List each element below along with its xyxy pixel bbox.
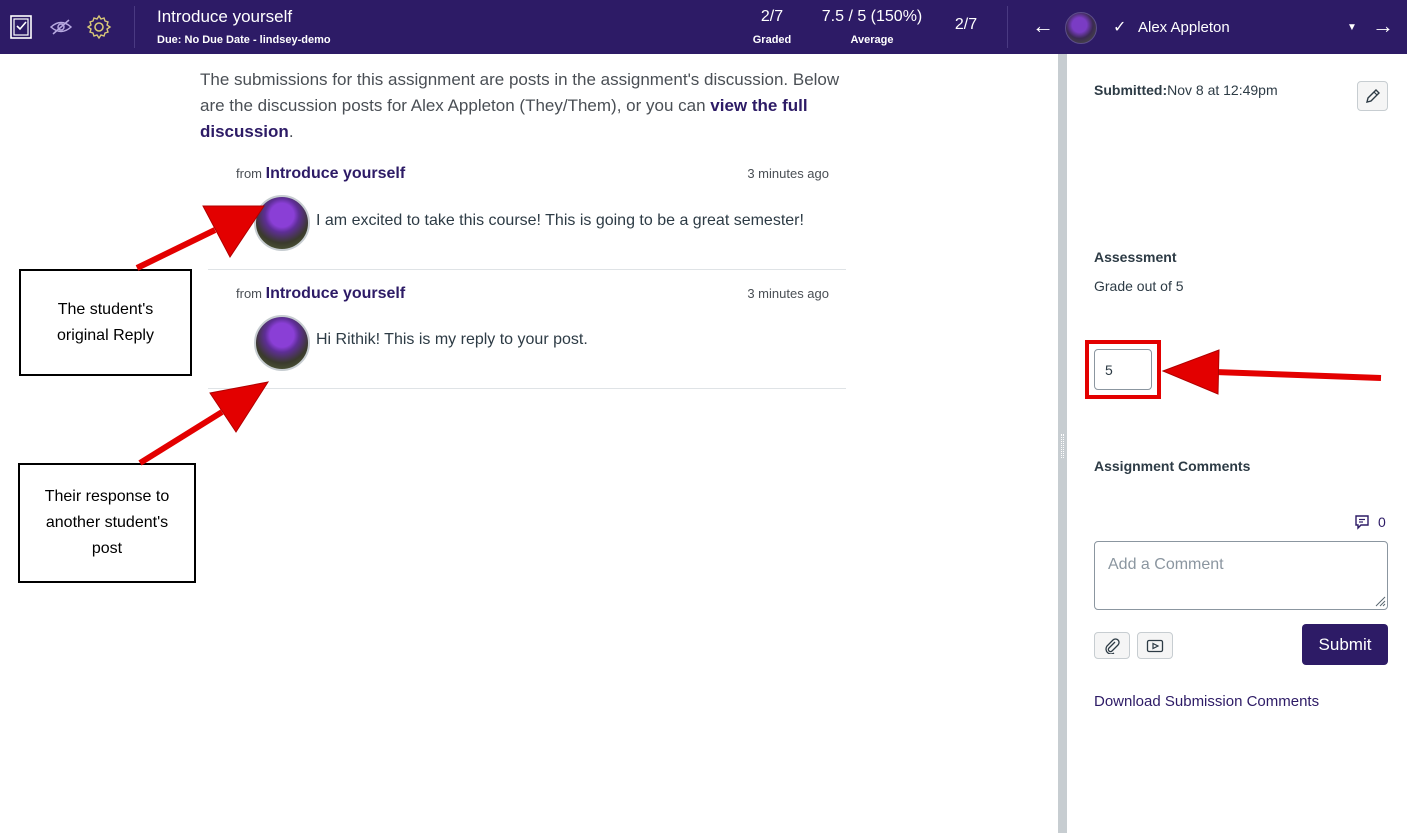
post-topic-link[interactable]: Introduce yourself xyxy=(266,165,406,182)
speedgrader-icon[interactable] xyxy=(8,13,34,41)
pencil-icon xyxy=(1365,89,1380,103)
chevron-down-icon[interactable]: ▼ xyxy=(1347,22,1357,33)
average-value: 7.5 / 5 (150%) xyxy=(821,8,923,25)
media-comment-button[interactable] xyxy=(1137,632,1173,659)
assessment-heading: Assessment xyxy=(1094,249,1177,265)
gear-icon[interactable] xyxy=(86,13,112,41)
grip-icon xyxy=(1061,434,1064,458)
avatar xyxy=(254,315,310,371)
grade-input[interactable] xyxy=(1094,349,1152,390)
grade-label: Grade out of 5 xyxy=(1094,278,1184,294)
avatar xyxy=(254,195,310,251)
intro-paragraph: The submissions for this assignment are … xyxy=(200,67,850,145)
eye-slash-icon[interactable] xyxy=(48,13,74,41)
top-bar: Introduce yourself Due: No Due Date - li… xyxy=(0,0,1407,54)
graded-label: Graded xyxy=(752,34,792,46)
student-avatar xyxy=(1065,12,1097,44)
discussion-post: from Introduce yourself 3 minutes ago Hi… xyxy=(208,285,846,389)
submit-comment-button[interactable]: Submit xyxy=(1302,624,1388,665)
previous-student-button[interactable]: ← xyxy=(1032,14,1054,38)
comment-count-value: 0 xyxy=(1378,514,1386,530)
from-label: from xyxy=(236,286,262,301)
graded-count: 2/7 xyxy=(760,8,784,25)
from-label: from xyxy=(236,166,262,181)
header-separator xyxy=(1007,6,1008,48)
submitted-date: Nov 8 at 12:49pm xyxy=(1167,82,1278,98)
comment-count[interactable]: 0 xyxy=(1354,514,1386,530)
attach-file-button[interactable] xyxy=(1094,632,1130,659)
post-message: Hi Rithik! This is my reply to your post… xyxy=(316,331,588,348)
average-label: Average xyxy=(850,34,894,46)
submitted-info: Submitted:Nov 8 at 12:49pm xyxy=(1094,82,1278,98)
post-message: I am excited to take this course! This i… xyxy=(316,212,804,229)
due-date: Due: No Due Date - lindsey-demo xyxy=(157,34,331,46)
media-icon xyxy=(1146,639,1164,652)
post-topic-link[interactable]: Introduce yourself xyxy=(266,285,406,302)
arrow-to-second-post xyxy=(138,381,270,466)
next-student-button[interactable]: → xyxy=(1372,14,1394,38)
annotation-response: Their response to another student's post xyxy=(18,463,196,583)
post-timestamp: 3 minutes ago xyxy=(747,286,829,301)
panel-resize-handle[interactable] xyxy=(1058,54,1067,833)
submitted-label: Submitted: xyxy=(1094,82,1168,98)
resize-grip-icon[interactable] xyxy=(1375,596,1386,607)
paperclip-icon xyxy=(1105,637,1120,654)
grading-sidebar: Submitted:Nov 8 at 12:49pm Assessment Gr… xyxy=(1067,54,1407,833)
check-icon: ✓ xyxy=(1113,19,1127,36)
annotation-text: The student's original Reply xyxy=(57,300,154,344)
student-selector[interactable]: Alex Appleton xyxy=(1138,19,1230,36)
post-source: from Introduce yourself xyxy=(236,285,405,303)
comment-input[interactable] xyxy=(1094,541,1388,610)
edit-button[interactable] xyxy=(1357,81,1388,111)
post-source: from Introduce yourself xyxy=(236,165,405,183)
student-position: 2/7 xyxy=(954,16,978,33)
annotation-text: Their response to another student's post xyxy=(44,488,170,557)
discussion-post: from Introduce yourself 3 minutes ago I … xyxy=(208,165,846,270)
assignment-title: Introduce yourself xyxy=(157,7,293,26)
post-timestamp: 3 minutes ago xyxy=(747,166,829,181)
intro-end: . xyxy=(288,122,294,141)
post-divider xyxy=(208,269,846,270)
post-divider xyxy=(208,388,846,389)
download-comments-link[interactable]: Download Submission Comments xyxy=(1094,693,1319,710)
header-separator xyxy=(134,6,135,48)
comments-heading: Assignment Comments xyxy=(1094,458,1251,474)
annotation-original-reply: The student's original Reply xyxy=(19,269,192,376)
comment-icon xyxy=(1355,515,1369,530)
